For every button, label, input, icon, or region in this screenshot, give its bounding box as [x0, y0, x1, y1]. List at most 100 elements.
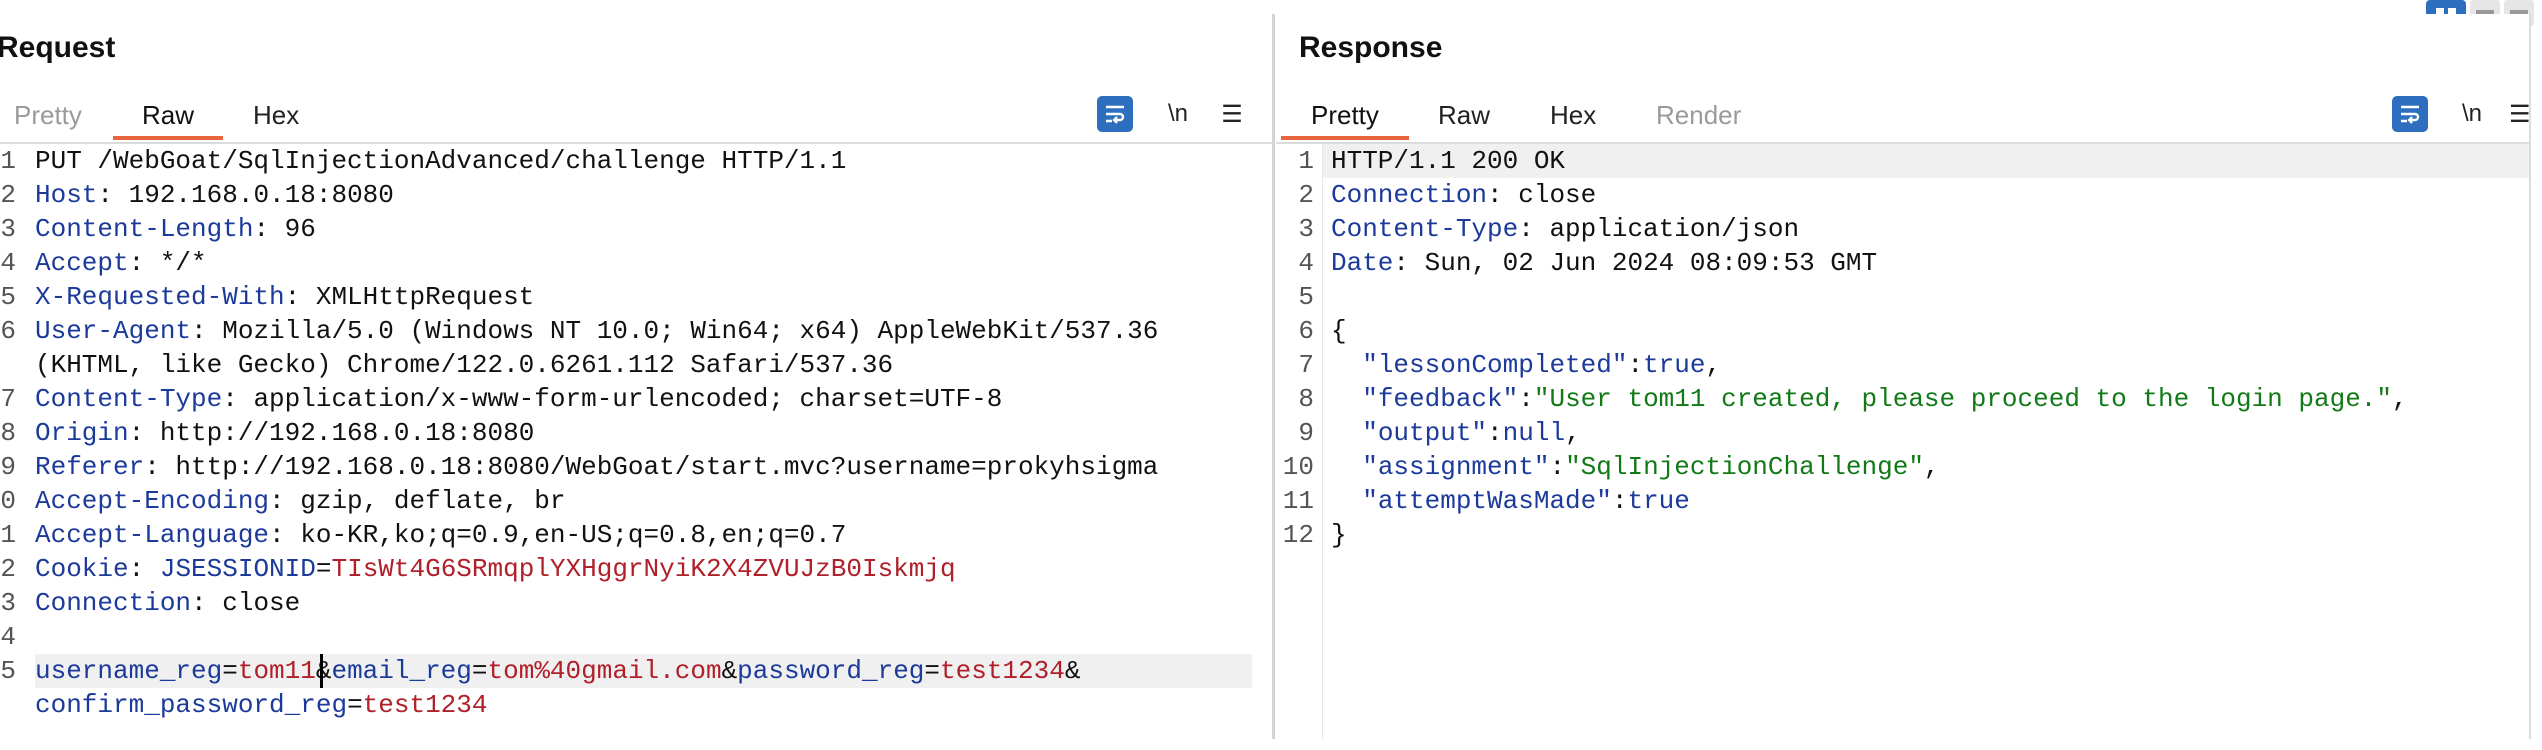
tab-pretty[interactable]: Pretty — [14, 100, 82, 131]
code-token: Connection — [1331, 180, 1488, 210]
line-number: 5 — [0, 282, 16, 312]
active-tab-indicator — [1281, 136, 1409, 140]
show-newlines-button[interactable]: \n — [2454, 96, 2490, 132]
code-token: "lessonCompleted" — [1362, 350, 1628, 380]
line-number: 7 — [1298, 350, 1314, 380]
response-editor[interactable]: 1 2 3 4 5 6 7 8 9 10 11 12 HTTP/1.1 200 OK Connectio… — [1276, 144, 2529, 739]
code-token: = — [471, 656, 488, 686]
code-token: username_reg — [35, 656, 223, 686]
menu-icon[interactable]: ☰ — [2509, 96, 2529, 132]
line-number: 2 — [1298, 180, 1314, 210]
code-token: Date — [1331, 248, 1394, 278]
code-line: Accept-Language: ko-KR,ko;q=0.9,en-US;q=… — [35, 518, 846, 552]
code-token: & — [1064, 656, 1081, 686]
code-token: : — [1549, 452, 1566, 482]
code-token: : — [1518, 384, 1534, 414]
show-newlines-button[interactable]: \n — [1160, 96, 1196, 132]
code-token: Content-Length — [35, 214, 254, 244]
code-line: "lessonCompleted":true, — [1331, 348, 1721, 382]
tab-raw[interactable]: Raw — [142, 100, 194, 131]
text-cursor — [320, 654, 323, 688]
code-token: Connection — [35, 588, 192, 618]
code-token: "feedback" — [1362, 384, 1519, 414]
line-number: 12 — [1282, 520, 1314, 550]
code-token: Origin — [35, 418, 129, 448]
code-token: Accept-Language — [35, 520, 270, 550]
code-token: : http://192.168.0.18:8080/WebGoat/start… — [144, 452, 1159, 482]
code-token: : 192.168.0.18:8080 — [97, 180, 394, 210]
request-tabbar: Pretty Raw Hex \n ☰ — [0, 82, 1272, 144]
tab-render[interactable]: Render — [1656, 100, 1741, 131]
code-token: = — [222, 656, 238, 686]
tab-pretty[interactable]: Pretty — [1311, 100, 1379, 131]
code-line: Content-Type: application/json — [1331, 212, 1799, 246]
code-token: HTTP/1.1 200 OK — [1331, 146, 1566, 176]
menu-icon[interactable]: ☰ — [1215, 96, 1249, 132]
wrap-lines-button[interactable] — [2392, 96, 2428, 132]
code-line: "assignment":"SqlInjectionChallenge", — [1331, 450, 1939, 484]
code-line: HTTP/1.1 200 OK — [1331, 144, 1565, 178]
code-token: PUT /WebGoat/SqlInjectionAdvanced/challe… — [35, 146, 847, 176]
response-pane: Response Pretty Raw Hex Render \n ☰ 1234… — [1276, 14, 2531, 739]
line-number: 15 — [0, 656, 16, 686]
code-line: Date: Sun, 02 Jun 2024 08:09:53 GMT — [1331, 246, 1877, 280]
code-token: : application/x-www-form-urlencoded; cha… — [222, 384, 1003, 414]
tab-hex[interactable]: Hex — [253, 100, 299, 131]
code-token: = — [924, 656, 941, 686]
code-token: & — [315, 656, 332, 686]
code-token: "output" — [1362, 418, 1488, 448]
response-title: Response — [1299, 31, 1443, 64]
tab-hex[interactable]: Hex — [1550, 100, 1596, 131]
code-token: true — [1627, 486, 1690, 516]
code-token: Host — [35, 180, 98, 210]
line-number: 9 — [0, 452, 16, 482]
line-number: 5 — [1298, 282, 1314, 312]
code-line: Connection: close — [1331, 178, 1596, 212]
request-editor[interactable]: 123456789101112131415 PUT /WebGoat/SqlIn… — [0, 144, 1272, 739]
code-token: test1234 — [362, 690, 488, 720]
code-line: Host: 192.168.0.18:8080 — [35, 178, 394, 212]
response-line-numbers: 1 2 3 4 5 6 7 8 9 10 11 12 — [1276, 144, 1323, 739]
code-line: Referer: http://192.168.0.18:8080/WebGoa… — [35, 450, 1158, 484]
wrap-lines-icon — [1106, 105, 1125, 124]
code-token: "assignment" — [1362, 452, 1550, 482]
line-number: 6 — [0, 316, 16, 346]
code-line: username_reg=tom11&email_reg=tom%40gmail… — [35, 654, 1080, 688]
code-line: (KHTML, like Gecko) Chrome/122.0.6261.11… — [35, 348, 893, 382]
code-token: : ko-KR,ko;q=0.9,en-US;q=0.8,en;q=0.7 — [269, 520, 847, 550]
code-token: X-Requested-With — [35, 282, 285, 312]
code-token: : XMLHttpRequest — [284, 282, 535, 312]
code-token: : close — [191, 588, 301, 618]
code-token: password_reg — [737, 656, 925, 686]
wrap-lines-icon — [2401, 105, 2420, 124]
code-line: Origin: http://192.168.0.18:8080 — [35, 416, 534, 450]
code-token: confirm_password_reg — [35, 690, 348, 720]
line-number: 14 — [0, 622, 16, 652]
code-token: "attemptWasMade" — [1362, 486, 1612, 516]
code-token: Accept-Encoding — [35, 486, 270, 516]
line-number: 8 — [0, 418, 16, 448]
code-token: = — [315, 554, 332, 584]
tab-raw[interactable]: Raw — [1438, 100, 1490, 131]
code-token: : */* — [128, 248, 207, 278]
code-token: : Sun, 02 Jun 2024 08:09:53 GMT — [1393, 248, 1878, 278]
code-line: Content-Length: 96 — [35, 212, 316, 246]
code-token: { — [1331, 316, 1347, 346]
code-token: : — [1611, 486, 1628, 516]
code-token: = — [347, 690, 363, 720]
code-line: User-Agent: Mozilla/5.0 (Windows NT 10.0… — [35, 314, 1158, 348]
code-token: (KHTML, like Gecko) Chrome/122.0.6261.11… — [35, 350, 894, 380]
line-number: 11 — [0, 520, 16, 550]
code-token: : http://192.168.0.18:8080 — [128, 418, 535, 448]
code-line: Accept: */* — [35, 246, 207, 280]
code-token: : — [1627, 350, 1644, 380]
active-tab-indicator — [113, 136, 223, 140]
request-pane: Request Pretty Raw Hex \n ☰ 123456789101… — [0, 14, 1275, 739]
code-token: test1234 — [940, 656, 1065, 686]
code-token: JSESSIONID — [159, 554, 316, 584]
wrap-lines-button[interactable] — [1097, 96, 1133, 132]
